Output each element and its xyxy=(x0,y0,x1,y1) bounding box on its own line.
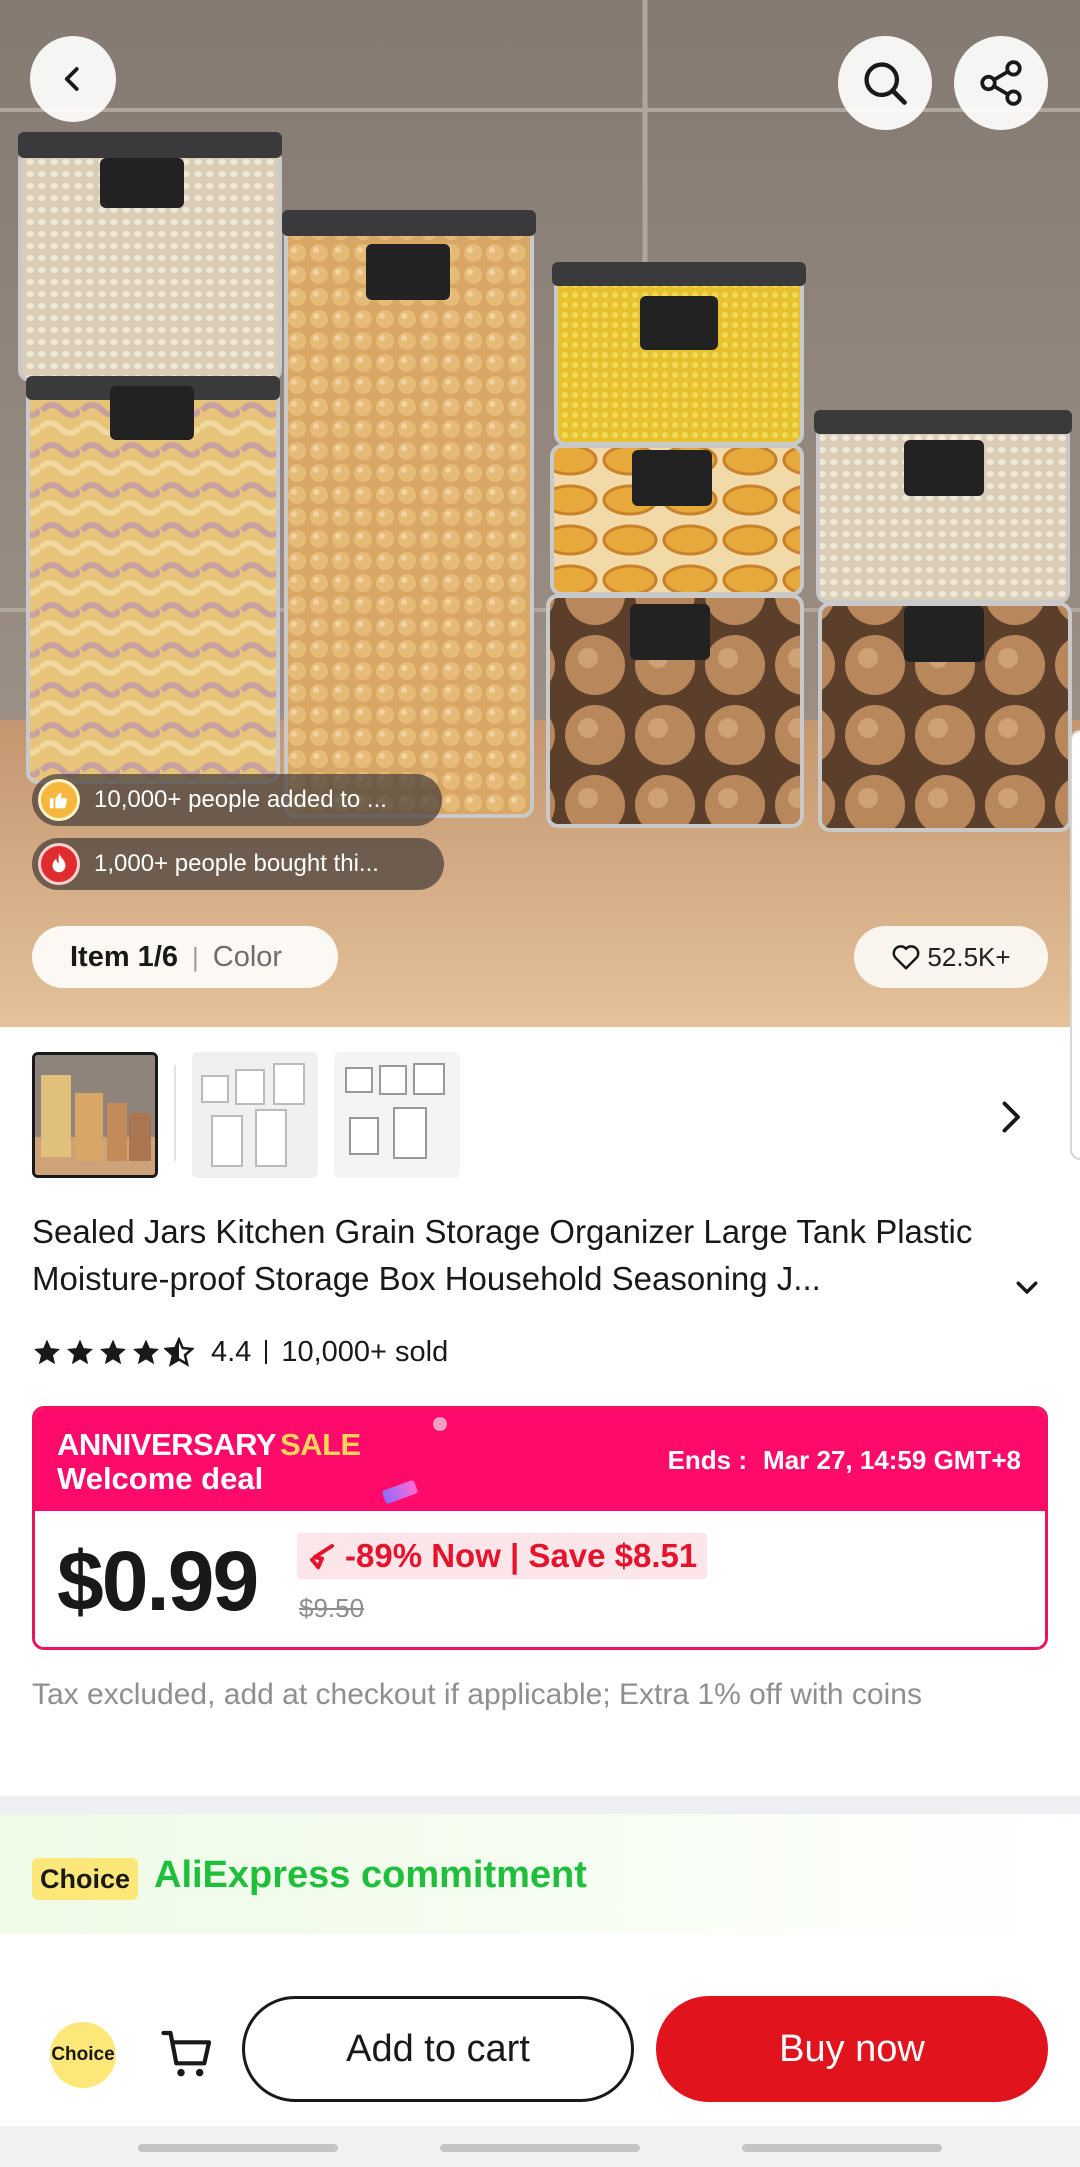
rating-row[interactable]: 4.4 10,000+ sold xyxy=(32,1330,448,1374)
rating-divider xyxy=(265,1340,268,1364)
sale-event-name: ANNIVERSARY xyxy=(57,1427,277,1462)
product-image-gallery[interactable]: 10,000+ people added to ... 1,000+ peopl… xyxy=(0,0,1080,1027)
thumbnail-image xyxy=(192,1052,318,1178)
rating-stars xyxy=(32,1337,197,1367)
choice-badge: Choice xyxy=(32,1858,139,1900)
chevron-down-icon[interactable] xyxy=(1012,1272,1042,1302)
social-proof-added: 10,000+ people added to ... xyxy=(32,774,442,826)
item-separator: | xyxy=(192,941,199,972)
discount-badge: -89% Now | Save $8.51 xyxy=(297,1533,708,1579)
sale-banner: ANNIVERSARY SALE Welcome deal Ends : Mar 2… xyxy=(35,1409,1045,1511)
share-icon xyxy=(980,60,1022,106)
product-page: 10,000+ people added to ... 1,000+ peopl… xyxy=(0,0,1080,2167)
flame-icon xyxy=(38,843,80,885)
social-added-text: 10,000+ people added to ... xyxy=(94,786,387,813)
heart-icon xyxy=(892,945,920,970)
bottom-action-bar: Choice Add to cart Buy now xyxy=(0,1976,1080,2126)
tax-note: Tax excluded, add at checkout if applica… xyxy=(32,1678,922,1711)
cart-icon[interactable] xyxy=(160,2026,216,2082)
star-icon xyxy=(133,1339,159,1365)
next-thumbnails-button[interactable] xyxy=(990,1087,1034,1147)
discount-text: -89% Now | Save $8.51 xyxy=(345,1537,698,1574)
nav-handle[interactable] xyxy=(742,2144,942,2152)
ends-label: Ends : xyxy=(667,1445,748,1475)
sale-price-card: ANNIVERSARY SALE Welcome deal Ends : Mar 2… xyxy=(32,1406,1048,1650)
nav-handle[interactable] xyxy=(440,2144,640,2152)
thumbnail-3[interactable] xyxy=(334,1052,460,1178)
rating-value: 4.4 xyxy=(211,1335,252,1368)
buy-now-button[interactable]: Buy now xyxy=(656,1996,1048,2102)
social-proof-bought: 1,000+ people bought thi... xyxy=(32,838,444,890)
item-indicator[interactable]: Item 1/6 | Color xyxy=(32,926,338,988)
original-price: $9.50 xyxy=(299,1593,365,1623)
share-button[interactable] xyxy=(954,36,1048,130)
star-half-icon xyxy=(164,1337,194,1367)
sale-event-sale: SALE xyxy=(280,1427,361,1462)
confetti-decoration xyxy=(433,1417,447,1431)
social-bought-text: 1,000+ people bought thi... xyxy=(94,850,379,877)
search-icon xyxy=(864,62,907,105)
item-index: Item 1/6 xyxy=(70,940,178,973)
chevron-left-icon xyxy=(64,67,79,91)
price-area: $0.99 -89% Now | Save $8.51 $9.50 xyxy=(35,1511,1045,1647)
system-nav-bar xyxy=(0,2126,1080,2167)
thumbs-up-icon xyxy=(38,779,80,821)
sale-event-title: ANNIVERSARY SALE xyxy=(57,1427,361,1463)
choice-commitment-title: AliExpress commitment xyxy=(154,1854,587,1896)
back-button[interactable] xyxy=(30,36,116,122)
item-color-label: Color xyxy=(212,940,283,973)
wishlist-count: 52.5K+ xyxy=(927,941,1011,972)
current-price: $0.99 xyxy=(57,1534,259,1628)
thumbnail-2[interactable] xyxy=(192,1052,318,1178)
thumbnail-strip xyxy=(0,1027,1080,1187)
sale-countdown: Ends : Mar 27, 14:59 GMT+8 xyxy=(668,1445,1021,1476)
star-icon xyxy=(100,1339,126,1365)
nav-handle[interactable] xyxy=(138,2144,338,2152)
sold-count: 10,000+ sold xyxy=(281,1335,449,1368)
choice-store-button[interactable]: Choice xyxy=(50,2022,116,2088)
thumbnail-divider xyxy=(174,1065,176,1161)
star-icon xyxy=(67,1339,93,1365)
thumbnail-1[interactable] xyxy=(32,1052,158,1178)
sale-subtitle: Welcome deal xyxy=(57,1461,264,1496)
star-icon xyxy=(34,1339,60,1365)
section-divider xyxy=(0,1796,1080,1814)
product-title[interactable]: Sealed Jars Kitchen Grain Storage Organi… xyxy=(32,1208,1022,1304)
add-to-cart-button[interactable]: Add to cart xyxy=(242,1996,634,2102)
thumbnail-image xyxy=(35,1055,155,1175)
search-button[interactable] xyxy=(838,36,932,130)
choice-commitment-row[interactable]: Choice AliExpress commitment xyxy=(0,1814,1080,1934)
down-arrow-icon xyxy=(310,1544,334,1570)
chevron-right-icon xyxy=(1002,1101,1020,1133)
thumbnail-image xyxy=(334,1052,460,1178)
wishlist-button[interactable]: 52.5K+ xyxy=(854,926,1048,988)
ends-time: Mar 27, 14:59 GMT+8 xyxy=(763,1445,1021,1475)
confetti-decoration xyxy=(381,1479,419,1505)
